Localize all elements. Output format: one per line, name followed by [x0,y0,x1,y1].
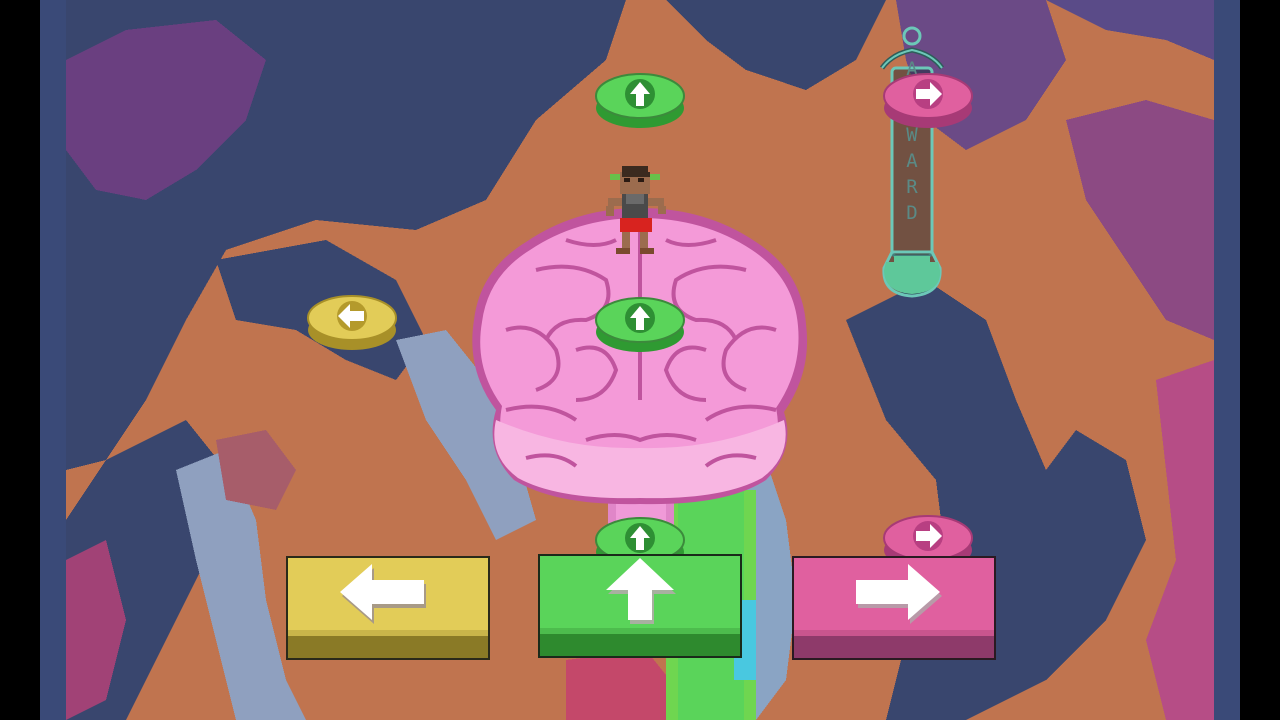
left-arrow-button[interactable] [284,554,492,662]
note-left [307,295,397,350]
meter-letter: A [906,150,918,172]
left-frame-border [40,0,66,720]
right-frame-border [1214,0,1240,720]
goblin-character [606,166,666,254]
right-arrow-button[interactable] [790,554,998,662]
note-up [595,297,685,352]
meter-letter: D [906,202,918,224]
note-right [883,73,973,128]
up-arrow-button[interactable] [536,552,744,660]
meter-letter: R [906,176,918,198]
note-up [595,73,685,128]
game-stage: A R W A R D [0,0,1280,720]
